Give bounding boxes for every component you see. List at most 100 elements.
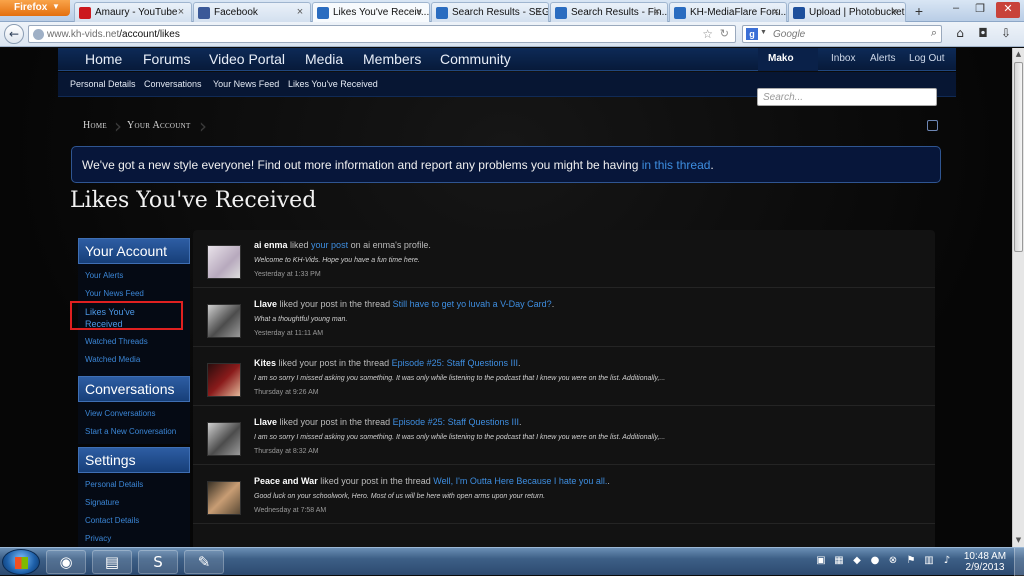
browser-tab[interactable]: Amaury - YouTube × bbox=[74, 2, 192, 22]
like-suffix: . bbox=[519, 417, 522, 427]
tray-app-icon[interactable]: ● bbox=[869, 555, 881, 567]
address-bar[interactable]: www.kh-vids.net/account/likes ☆ ↻ bbox=[28, 25, 736, 43]
browser-tab[interactable]: Search Results - Fin... × bbox=[550, 2, 668, 22]
show-desktop-button[interactable] bbox=[1014, 548, 1024, 576]
close-icon[interactable]: × bbox=[294, 7, 306, 19]
search-icon[interactable]: ⌕ bbox=[931, 27, 937, 40]
addon-icon[interactable]: ◘ bbox=[975, 26, 991, 42]
breadcrumb-home[interactable]: Home bbox=[83, 120, 107, 131]
liked-content-link[interactable]: Still have to get yo luvah a V-Day Card? bbox=[393, 299, 552, 309]
firefox-menu-label: Firefox bbox=[14, 2, 48, 13]
download-icon[interactable]: ⇩ bbox=[998, 26, 1014, 42]
tray-app-icon[interactable]: ◆ bbox=[851, 555, 863, 567]
close-icon[interactable]: × bbox=[651, 7, 663, 19]
close-icon[interactable]: × bbox=[889, 7, 901, 19]
window-close-button[interactable]: ✕ bbox=[996, 2, 1020, 18]
skype-taskbar-icon[interactable]: S bbox=[138, 550, 178, 574]
liked-content-link[interactable]: your post bbox=[311, 240, 348, 250]
sidebar-item-your-alerts[interactable]: Your Alerts bbox=[78, 268, 190, 286]
sidebar-item-privacy[interactable]: Privacy bbox=[78, 531, 190, 547]
nav-media[interactable]: Media bbox=[305, 51, 343, 67]
sidebar-item-view-conversations[interactable]: View Conversations bbox=[78, 406, 190, 424]
browser-tab[interactable]: Upload | Photobucket × bbox=[788, 2, 906, 22]
avatar[interactable] bbox=[207, 422, 241, 456]
browser-search-input[interactable]: g ▼ Google ⌕ bbox=[742, 25, 942, 43]
subnav-personal-details[interactable]: Personal Details bbox=[70, 79, 136, 89]
tray-app-icon[interactable]: ▣ bbox=[815, 555, 827, 567]
tray-app-icon[interactable]: ⊗ bbox=[887, 555, 899, 567]
liker-name[interactable]: Llave bbox=[254, 299, 277, 309]
close-icon[interactable]: × bbox=[175, 7, 187, 19]
khvids-icon bbox=[317, 7, 329, 19]
nav-video-portal[interactable]: Video Portal bbox=[209, 51, 285, 67]
bookmark-star-icon[interactable]: ☆ bbox=[702, 27, 713, 41]
liker-name[interactable]: Peace and War bbox=[254, 476, 318, 486]
system-clock[interactable]: 10:48 AM 2/9/2013 bbox=[960, 551, 1010, 573]
nav-community[interactable]: Community bbox=[440, 51, 511, 67]
nav-members[interactable]: Members bbox=[363, 51, 421, 67]
sidebar-heading: Conversations bbox=[78, 376, 190, 402]
paint-taskbar-icon[interactable]: ✎ bbox=[184, 550, 224, 574]
maximize-button[interactable]: ❐ bbox=[970, 2, 990, 18]
notice-link[interactable]: in this thread bbox=[642, 158, 711, 172]
liker-name[interactable]: ai enma bbox=[254, 240, 288, 250]
network-icon[interactable]: ▥ bbox=[923, 555, 935, 567]
browser-tab[interactable]: Search Results - SEG... × bbox=[431, 2, 549, 22]
avatar[interactable] bbox=[207, 304, 241, 338]
account-menu[interactable]: Mako bbox=[758, 48, 818, 71]
sidebar-item-contact-details[interactable]: Contact Details bbox=[78, 513, 190, 531]
subnav-likes[interactable]: Likes You've Received bbox=[288, 79, 378, 89]
breadcrumb-your-account[interactable]: Your Account bbox=[127, 120, 191, 131]
explorer-taskbar-icon[interactable]: ▤ bbox=[92, 550, 132, 574]
flag-icon[interactable]: ⚑ bbox=[905, 555, 917, 567]
scroll-down-icon[interactable]: ▼ bbox=[1013, 534, 1024, 546]
browser-tab[interactable]: KH-MediaFlare Foru... × bbox=[669, 2, 787, 22]
liked-content-link[interactable]: Episode #25: Staff Questions III bbox=[393, 417, 519, 427]
site-identity-icon[interactable] bbox=[33, 29, 44, 40]
firefox-taskbar-icon[interactable]: ◉ bbox=[46, 550, 86, 574]
home-icon[interactable]: ⌂ bbox=[952, 26, 968, 42]
avatar[interactable] bbox=[207, 363, 241, 397]
reload-icon[interactable]: ↻ bbox=[720, 27, 729, 40]
browser-tab-active[interactable]: Likes You've Receiv... × bbox=[312, 2, 430, 22]
nav-forums[interactable]: Forums bbox=[143, 51, 190, 67]
volume-icon[interactable]: ♪ bbox=[941, 555, 953, 567]
browser-tab[interactable]: Facebook × bbox=[193, 2, 311, 22]
page-scrollbar[interactable]: ▲ ▼ bbox=[1012, 48, 1024, 547]
subnav-news-feed[interactable]: Your News Feed bbox=[213, 79, 279, 89]
list-item: Llave liked your post in the thread Epis… bbox=[193, 407, 935, 465]
close-icon[interactable]: × bbox=[532, 7, 544, 19]
sidebar-item-watched-threads[interactable]: Watched Threads bbox=[78, 334, 190, 352]
sidebar-item-watched-media[interactable]: Watched Media bbox=[78, 352, 190, 370]
alerts-link[interactable]: Alerts bbox=[870, 53, 896, 64]
minimize-button[interactable]: – bbox=[946, 2, 966, 18]
breadcrumb-separator-icon: › bbox=[199, 114, 207, 138]
back-arrow-icon[interactable]: ← bbox=[4, 24, 24, 44]
google-icon[interactable]: g bbox=[746, 28, 758, 40]
liked-content-link[interactable]: Episode #25: Staff Questions III bbox=[392, 358, 518, 368]
logout-link[interactable]: Log Out bbox=[909, 53, 945, 64]
sidebar-item-start-conversation[interactable]: Start a New Conversation bbox=[78, 424, 190, 442]
liker-name[interactable]: Llave bbox=[254, 417, 277, 427]
start-button[interactable] bbox=[2, 549, 40, 575]
jump-to-icon[interactable] bbox=[927, 120, 938, 131]
new-tab-button[interactable]: + bbox=[910, 3, 928, 21]
site-search-input[interactable]: Search... bbox=[757, 88, 937, 106]
liked-content-link[interactable]: Well, I'm Outta Here Because I hate you … bbox=[433, 476, 607, 486]
firefox-menu-button[interactable]: Firefox ▼ bbox=[0, 0, 70, 16]
nav-home[interactable]: Home bbox=[85, 51, 122, 67]
scrollbar-thumb[interactable] bbox=[1014, 62, 1023, 252]
avatar[interactable] bbox=[207, 481, 241, 515]
close-icon[interactable]: × bbox=[413, 7, 425, 19]
inbox-link[interactable]: Inbox bbox=[831, 53, 855, 64]
sidebar-item-personal-details[interactable]: Personal Details bbox=[78, 477, 190, 495]
scroll-up-icon[interactable]: ▲ bbox=[1013, 48, 1024, 60]
sidebar-item-signature[interactable]: Signature bbox=[78, 495, 190, 513]
chevron-down-icon[interactable]: ▼ bbox=[760, 29, 767, 36]
windows-taskbar: ◉ ▤ S ✎ ▣ ▦ ◆ ● ⊗ ⚑ ▥ ♪ 10:48 AM 2/9/201… bbox=[0, 547, 1024, 576]
tray-app-icon[interactable]: ▦ bbox=[833, 555, 845, 567]
avatar[interactable] bbox=[207, 245, 241, 279]
subnav-conversations[interactable]: Conversations bbox=[144, 79, 202, 89]
close-icon[interactable]: × bbox=[770, 7, 782, 19]
liker-name[interactable]: Kites bbox=[254, 358, 276, 368]
